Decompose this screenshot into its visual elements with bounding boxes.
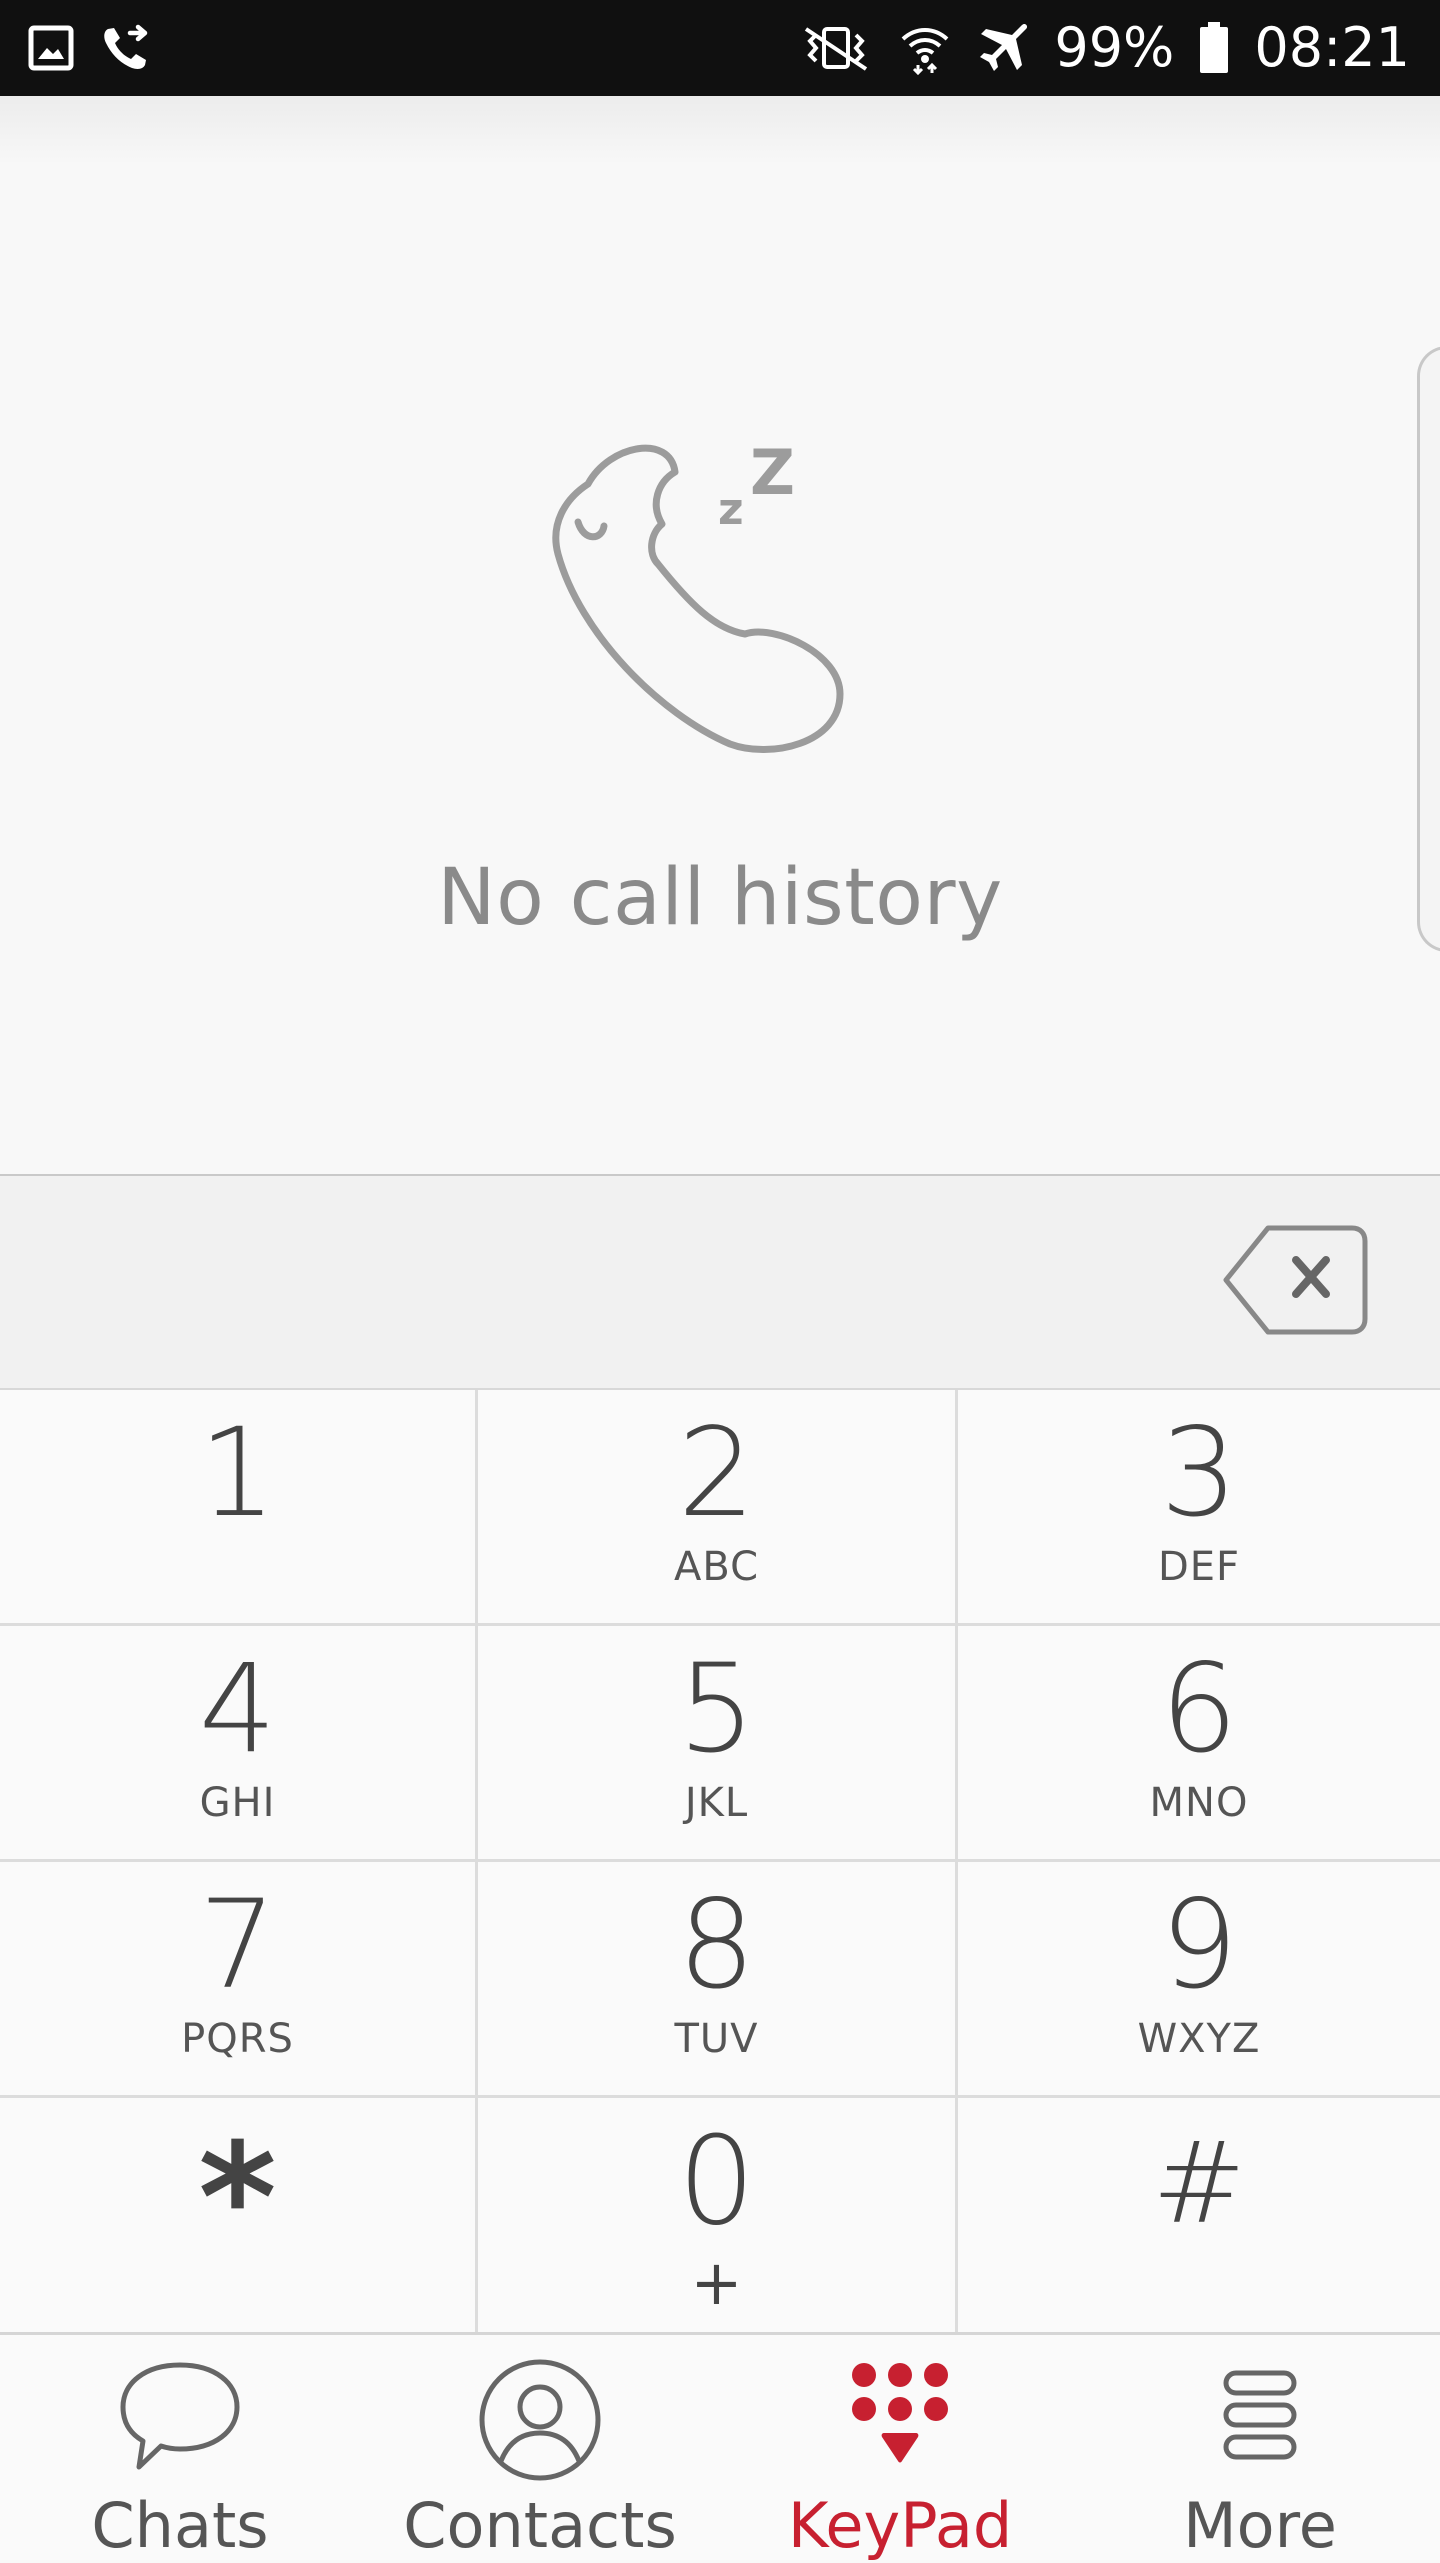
key-letters: DEF [1157,1544,1241,1590]
gallery-icon [28,25,74,71]
nav-tab-more[interactable]: More [1080,2335,1440,2563]
airplane-icon [976,21,1030,75]
key-6[interactable]: 6 MNO [958,1626,1440,1862]
key-plus: + [690,2246,743,2319]
key-digit: 7 [198,1874,277,2016]
key-digit: 9 [1160,1874,1238,2016]
nav-label: Chats [91,2489,269,2562]
svg-text:z: z [718,484,744,535]
clock: 08:21 [1254,16,1410,79]
key-digit: * [198,2112,277,2286]
call-log-area: z Z No call history [0,96,1440,1174]
empty-state-message: No call history [437,853,1003,943]
key-digit: 6 [1160,1638,1238,1780]
nav-label: More [1183,2489,1337,2562]
battery-percent: 99% [1054,16,1175,79]
vibrate-icon [798,23,874,73]
backspace-icon [1223,1225,1368,1335]
key-2[interactable]: 2 ABC [478,1390,958,1626]
sleeping-phone-icon: z Z [540,414,870,774]
status-right-icons: 99% 08:21 [798,16,1410,80]
status-shadow [0,96,1440,166]
key-letters: JKL [684,1780,749,1826]
chat-bubble-icon [0,2357,360,2477]
key-letters: PQRS [181,2016,294,2062]
bottom-navigation: Chats Contacts KeyPad More [0,2332,1440,2560]
key-9[interactable]: 9 WXYZ [958,1862,1440,2098]
nav-label: Contacts [403,2489,677,2562]
key-letters: WXYZ [1137,2016,1261,2062]
contact-person-icon [360,2357,720,2483]
nav-label: KeyPad [787,2489,1013,2562]
status-left-icons [28,20,152,76]
key-star[interactable]: * [0,2098,478,2332]
key-digit: 5 [677,1638,756,1780]
key-letters: GHI [199,1780,276,1826]
keypad-dots-icon [720,2357,1080,2477]
key-letters: ABC [673,1544,760,1590]
key-1[interactable]: 1 [0,1390,478,1626]
key-5[interactable]: 5 JKL [478,1626,958,1862]
key-digit: 2 [677,1402,756,1544]
key-0[interactable]: 0 + [478,2098,958,2332]
key-7[interactable]: 7 PQRS [0,1862,478,2098]
call-forward-icon [100,23,152,73]
nav-tab-keypad[interactable]: KeyPad [720,2335,1080,2563]
battery-icon [1198,21,1230,75]
key-digit: # [1152,2119,1246,2249]
wifi-icon [898,21,952,75]
nav-tab-chats[interactable]: Chats [0,2335,360,2563]
dial-keypad: 1 2 ABC 3 DEF 4 GHI 5 JKL 6 MNO 7 PQRS 8… [0,1390,1440,2332]
key-8[interactable]: 8 TUV [478,1862,958,2098]
key-digit: 4 [198,1638,277,1780]
status-bar: 99% 08:21 [0,0,1440,96]
key-digit: 1 [198,1402,277,1544]
backspace-button[interactable] [1220,1222,1370,1338]
key-digit: 0 [677,2110,756,2252]
key-letters: MNO [1149,1780,1249,1826]
key-4[interactable]: 4 GHI [0,1626,478,1862]
key-digit: 8 [677,1874,756,2016]
number-input-bar[interactable] [0,1174,1440,1390]
svg-text:Z: Z [750,436,795,509]
nav-tab-contacts[interactable]: Contacts [360,2335,720,2563]
key-letters: TUV [674,2016,759,2062]
more-menu-icon [1080,2357,1440,2477]
key-3[interactable]: 3 DEF [958,1390,1440,1626]
key-hash[interactable]: # [958,2098,1440,2332]
key-digit: 3 [1160,1402,1238,1544]
